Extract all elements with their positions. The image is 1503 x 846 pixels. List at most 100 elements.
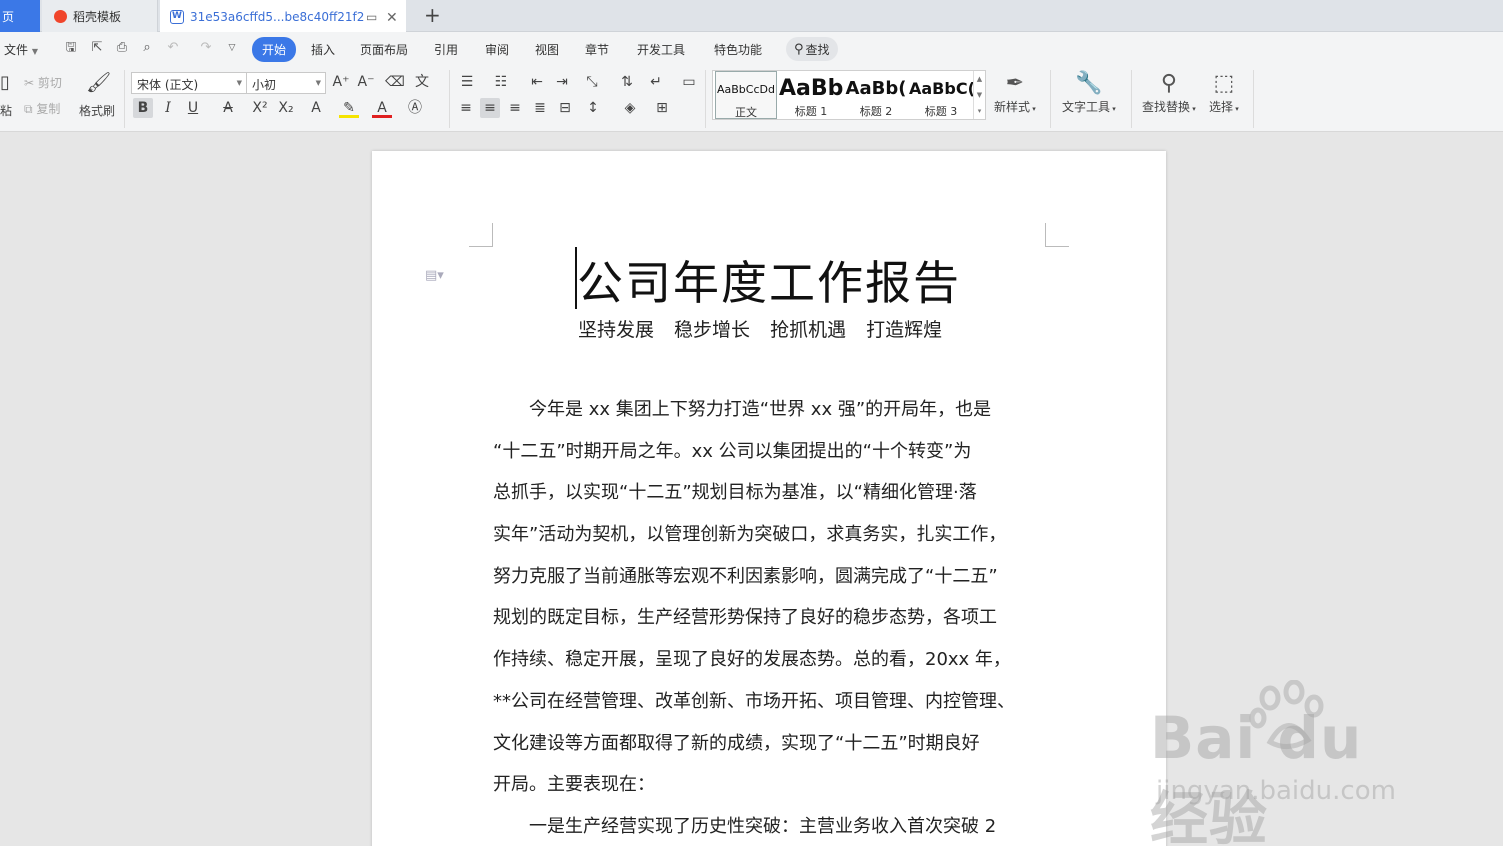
copy-label: 复制: [36, 102, 61, 116]
table-layout-icon[interactable]: ▭: [679, 72, 699, 92]
menu-start[interactable]: 开始: [252, 37, 297, 62]
cut-button[interactable]: ✂ 剪切: [24, 74, 62, 91]
menu-references[interactable]: 引用: [434, 41, 458, 58]
style-heading-2-sample: AaBb(: [845, 78, 907, 99]
align-center-icon[interactable]: ≡: [480, 98, 500, 118]
superscript-icon[interactable]: X²: [250, 98, 270, 118]
tab-template[interactable]: 稻壳模板: [42, 0, 158, 32]
copy-icon: ⧉: [24, 102, 33, 116]
styles-gallery: AaBbCcDd 正文 AaBb 标题 1 AaBb( 标题 2 AaBbC( …: [712, 70, 986, 120]
search-button[interactable]: ⚲ 查找: [786, 37, 838, 61]
font-size-select[interactable]: 小初 ▼: [246, 72, 326, 94]
font-color-icon[interactable]: A: [372, 98, 392, 118]
menu-bar: 文件 ▼ 🖫 ⇱ ⎙ ⌕ ↶ ↷ ▽ 开始 插入 页面布局 引用 审阅 视图 章…: [0, 32, 1503, 66]
print-icon[interactable]: ⎙: [115, 41, 129, 55]
style-heading-2[interactable]: AaBb( 标题 2: [844, 71, 908, 119]
menu-file[interactable]: 文件 ▼: [4, 41, 38, 58]
menu-developer[interactable]: 开发工具: [637, 41, 685, 58]
paste-icon[interactable]: ▯: [0, 72, 10, 93]
tab-document-label: 31e53a6cffd5...be8c40ff21f2: [190, 10, 365, 24]
sort-icon[interactable]: ⇅: [617, 72, 637, 92]
menu-file-label: 文件: [4, 43, 29, 57]
redo-icon[interactable]: ↷: [199, 41, 213, 55]
line-spacing-icon[interactable]: ↕: [583, 98, 603, 118]
highlight-icon[interactable]: ✎: [339, 98, 359, 118]
pin-icon[interactable]: ▭: [366, 10, 377, 24]
bold-icon[interactable]: B: [133, 98, 153, 118]
text-tools-button[interactable]: 🔧 文字工具 ▾: [1062, 70, 1116, 115]
document-page[interactable]: ▤▾ 公司年度工作报告 坚持发展 稳步增长 抢抓机遇 打造辉煌 今年是 xx 集…: [372, 151, 1166, 846]
text-direction-icon[interactable]: ⤡: [582, 72, 602, 92]
format-painter-icon[interactable]: 🖌: [86, 70, 111, 94]
chevron-down-icon: ▼: [31, 47, 38, 56]
menu-features[interactable]: 特色功能: [714, 41, 762, 58]
body-line: 努力克服了当前通胀等宏观不利因素影响，圆满完成了“十二五”: [493, 565, 998, 587]
find-replace-label: 查找替换: [1142, 100, 1191, 114]
paste-label[interactable]: 粘: [0, 102, 12, 119]
new-tab-icon[interactable]: +: [424, 3, 441, 27]
justify-icon[interactable]: ≣: [530, 98, 550, 118]
document-title[interactable]: 公司年度工作报告: [577, 247, 961, 313]
document-subtitle[interactable]: 坚持发展 稳步增长 抢抓机遇 打造辉煌: [578, 315, 942, 342]
style-normal[interactable]: AaBbCcDd 正文: [715, 71, 777, 119]
menu-view[interactable]: 视图: [535, 41, 559, 58]
export-icon[interactable]: ⇱: [90, 41, 104, 55]
font-size-value: 小初: [252, 78, 277, 92]
subscript-icon[interactable]: X₂: [276, 98, 296, 118]
document-body[interactable]: 今年是 xx 集团上下努力打造“世界 xx 强”的开局年，也是 “十二五”时期开…: [493, 389, 1053, 846]
shading-icon[interactable]: ◈: [620, 98, 640, 118]
distributed-icon[interactable]: ⊟: [555, 98, 575, 118]
close-tab-icon[interactable]: ✕: [386, 10, 398, 26]
baidu-jingyan-watermark: Bai du 经验 jingyan.baidu.com: [1150, 680, 1440, 846]
undo-icon[interactable]: ↶: [166, 41, 180, 55]
styles-scroll[interactable]: ▲ ▼ ▾: [973, 71, 985, 119]
body-line: 规划的既定目标，生产经营形势保持了良好的稳步态势，各项工: [493, 607, 997, 629]
separator: [1050, 70, 1051, 128]
tab-document[interactable]: W 31e53a6cffd5...be8c40ff21f2 ▭ ✕: [160, 0, 406, 32]
body-line: 今年是 xx 集团上下努力打造“世界 xx 强”的开局年，也是: [493, 399, 992, 420]
borders-icon[interactable]: ⊞: [652, 98, 672, 118]
tab-home[interactable]: 页: [0, 0, 40, 32]
line-break-icon[interactable]: ↵: [646, 72, 666, 92]
separator: [705, 70, 706, 128]
style-heading-3-sample: AaBbC(: [909, 79, 973, 98]
style-heading-3[interactable]: AaBbC( 标题 3: [909, 71, 973, 119]
decrease-indent-icon[interactable]: ⇤: [527, 72, 547, 92]
text-effect-icon[interactable]: A: [306, 98, 326, 118]
menu-chapter[interactable]: 章节: [585, 41, 609, 58]
style-heading-1[interactable]: AaBb 标题 1: [779, 71, 843, 119]
numbered-list-icon[interactable]: ☷: [491, 72, 511, 92]
font-name-select[interactable]: 宋体 (正文) ▼: [131, 72, 247, 94]
character-border-icon[interactable]: Ⓐ: [405, 98, 425, 118]
phonetic-guide-icon[interactable]: 文: [412, 72, 432, 92]
paragraph-menu-icon[interactable]: ▤▾: [425, 268, 444, 283]
watermark-url: jingyan.baidu.com: [1156, 776, 1396, 806]
menu-page-layout[interactable]: 页面布局: [360, 41, 408, 58]
find-replace-button[interactable]: ⚲ 查找替换 ▾: [1142, 70, 1196, 115]
italic-icon[interactable]: I: [158, 98, 178, 118]
menu-insert[interactable]: 插入: [311, 41, 335, 58]
print-preview-icon[interactable]: ⌕: [140, 41, 154, 55]
menu-review[interactable]: 审阅: [485, 41, 509, 58]
style-heading-1-sample: AaBb: [779, 77, 843, 101]
strikethrough-icon[interactable]: A: [218, 98, 238, 118]
quick-access-more-icon[interactable]: ▽: [225, 41, 239, 55]
magnifier-icon: ⚲: [1160, 71, 1177, 96]
writer-doc-icon: W: [170, 10, 184, 24]
bullet-list-icon[interactable]: ☰: [457, 72, 477, 92]
ribbon: ▯ 粘 ✂ 剪切 ⧉ 复制 🖌 格式刷 宋体 (正文) ▼ 小初 ▼ A⁺ A⁻ ⌫…: [0, 66, 1503, 132]
chevron-down-icon: ▼: [315, 79, 321, 87]
increase-indent-icon[interactable]: ⇥: [552, 72, 572, 92]
align-left-icon[interactable]: ≡: [456, 98, 476, 118]
underline-icon[interactable]: U: [183, 98, 203, 118]
copy-button[interactable]: ⧉ 复制: [24, 100, 60, 117]
save-icon[interactable]: 🖫: [64, 41, 78, 55]
format-painter-label[interactable]: 格式刷: [79, 102, 115, 119]
shrink-font-icon[interactable]: A⁻: [356, 72, 376, 92]
select-button[interactable]: ⬚ 选择 ▾: [1209, 70, 1239, 115]
grow-font-icon[interactable]: A⁺: [331, 72, 351, 92]
align-right-icon[interactable]: ≡: [505, 98, 525, 118]
new-style-button[interactable]: ✒ 新样式 ▾: [994, 70, 1036, 115]
clear-format-icon[interactable]: ⌫: [385, 72, 405, 92]
font-name-value: 宋体 (正文): [137, 78, 199, 92]
